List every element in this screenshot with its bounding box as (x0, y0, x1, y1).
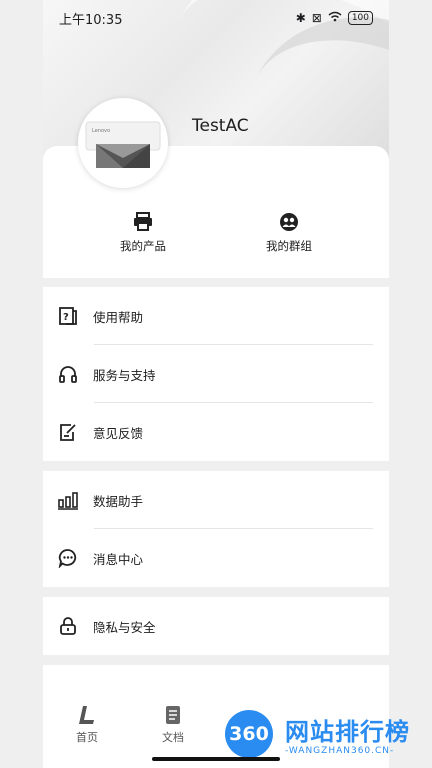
status-bar: 上午10:35 ✱ ⊠ 100 (43, 0, 389, 36)
menu-item-label: 消息中心 (93, 551, 144, 567)
tab-documents-label: 文档 (162, 731, 184, 744)
bar-chart-icon (57, 489, 79, 511)
lock-icon (57, 615, 79, 637)
menu-item-label: 服务与支持 (93, 367, 156, 383)
menu-item-feedback[interactable]: 意见反馈 (43, 403, 389, 461)
device-brand: Lenovo (92, 128, 110, 134)
help-book-icon: ? (57, 305, 79, 327)
group-icon (280, 213, 298, 231)
tab-home-label: 首页 (76, 731, 98, 744)
menu-item-help[interactable]: ? 使用帮助 (43, 287, 389, 345)
bluetooth-icon: ✱ (295, 11, 306, 25)
home-indicator[interactable] (152, 757, 280, 761)
wifi-icon (328, 11, 342, 25)
sim-icon: ⊠ (311, 11, 322, 25)
menu-group-partial (43, 665, 389, 696)
menu-item-privacy-security[interactable]: 隐私与安全 (43, 597, 389, 655)
headphones-icon (57, 363, 79, 385)
menu-item-message-center[interactable]: 消息中心 (43, 529, 389, 587)
document-icon (143, 704, 203, 726)
username: TestAC (192, 116, 249, 136)
my-groups-button[interactable]: 我的群组 (249, 212, 329, 254)
my-groups-label: 我的群组 (266, 239, 312, 253)
printer-icon (134, 212, 152, 231)
menu-group-privacy: 隐私与安全 (43, 597, 389, 655)
battery-indicator: 100 (347, 11, 373, 25)
status-icons: ✱ ⊠ 100 (296, 11, 373, 25)
avatar[interactable]: Lenovo (78, 98, 168, 188)
watermark-badge: 360 (225, 710, 273, 758)
svg-text:?: ? (63, 312, 69, 323)
screen: 上午10:35 ✱ ⊠ 100 Lenovo TestAC 我的产品 我的群组 … (0, 0, 432, 768)
menu-item-service[interactable]: 服务与支持 (43, 345, 389, 403)
tab-home[interactable]: 首页 (57, 704, 117, 745)
printer-image-icon: Lenovo (85, 121, 161, 168)
menu-item-label: 数据助手 (93, 493, 144, 509)
status-time: 上午10:35 (59, 12, 123, 28)
menu-item-label: 意见反馈 (93, 425, 144, 441)
menu-item-data-assistant[interactable]: 数据助手 (43, 471, 389, 529)
home-l-icon (57, 704, 117, 726)
menu-group-data: 数据助手 消息中心 (43, 471, 389, 587)
feedback-edit-icon (57, 421, 79, 443)
tab-documents[interactable]: 文档 (143, 704, 203, 745)
my-products-button[interactable]: 我的产品 (103, 212, 183, 254)
my-products-label: 我的产品 (120, 239, 166, 253)
watermark-title: 网站排行榜 (285, 718, 410, 746)
menu-item-label: 使用帮助 (93, 309, 144, 325)
menu-group-support: ? 使用帮助 服务与支持 意见反馈 (43, 287, 389, 461)
watermark-subtitle: -WANGZHAN360.CN- (285, 746, 395, 756)
menu-item-label: 隐私与安全 (93, 619, 156, 635)
message-bubble-icon (57, 547, 79, 569)
